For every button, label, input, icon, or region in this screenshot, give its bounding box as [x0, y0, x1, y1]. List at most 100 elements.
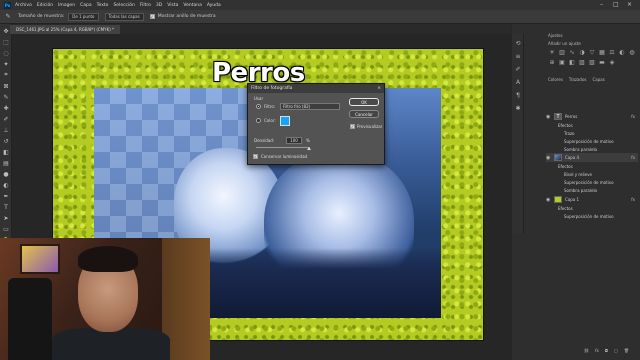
effect-label: Superposición de motivo — [564, 214, 614, 219]
document-tab[interactable]: DSC_1461.JPG al 25% (Capa 4, RGB/8*) (CM… — [10, 25, 121, 34]
fx-icon[interactable]: fx — [631, 114, 635, 119]
close-icon[interactable]: × — [627, 1, 632, 8]
paragraph-icon[interactable]: ¶ — [514, 91, 522, 99]
density-input[interactable]: 100 — [286, 137, 302, 144]
eyedropper-icon[interactable]: ✎ — [4, 13, 12, 21]
layer-effect-shadow[interactable]: Sombra paralela — [546, 186, 638, 195]
posterize-icon[interactable]: ▨ — [578, 58, 586, 66]
healing-tool-icon[interactable]: ✚ — [2, 104, 10, 112]
color-radio[interactable] — [256, 118, 261, 123]
layer-capa-1[interactable]: ◉ Capa 1 fx — [546, 195, 638, 204]
menu-imagen[interactable]: Imagen — [58, 3, 75, 8]
tab-colores[interactable]: Colores — [548, 77, 563, 82]
menu-ayuda[interactable]: Ayuda — [207, 3, 221, 8]
visibility-eye-icon[interactable]: ◉ — [546, 155, 552, 161]
menu-seleccion[interactable]: Selección — [113, 3, 134, 8]
link-icon[interactable]: ⛓ — [584, 348, 589, 353]
vibrance-icon[interactable]: ▽ — [588, 48, 596, 56]
black-white-icon[interactable]: ◐ — [618, 48, 626, 56]
frame-tool-icon[interactable]: ⊠ — [2, 82, 10, 90]
new-layer-icon[interactable]: ▢ — [614, 348, 618, 353]
properties-icon[interactable]: ≡ — [514, 52, 522, 60]
history-icon[interactable]: ⟲ — [514, 39, 522, 47]
eraser-tool-icon[interactable]: ◧ — [2, 148, 10, 156]
visibility-eye-icon[interactable]: ◉ — [546, 114, 552, 120]
color-balance-icon[interactable]: ⚖ — [608, 48, 616, 56]
color-swatch[interactable] — [280, 116, 290, 126]
layer-effect-pattern[interactable]: Superposición de motivo — [546, 212, 638, 221]
type-tool-icon[interactable]: T — [2, 203, 10, 211]
photo-filter-icon[interactable]: ◍ — [628, 48, 636, 56]
invert-icon[interactable]: ◧ — [568, 58, 576, 66]
menu-texto[interactable]: Texto — [97, 3, 109, 8]
layer-capa-4[interactable]: ◉ Capa 4 fx — [546, 153, 638, 162]
fx-icon[interactable]: fx — [631, 197, 635, 202]
density-slider-track[interactable] — [256, 147, 310, 148]
levels-icon[interactable]: ▥ — [558, 48, 566, 56]
dialog-titlebar: Filtro de fotografía × — [248, 84, 384, 93]
layer-name: Perros — [565, 114, 578, 119]
marquee-tool-icon[interactable]: ⬚ — [2, 38, 10, 46]
pen-tool-icon[interactable]: ✒ — [2, 192, 10, 200]
preserve-luminosity-checkbox[interactable]: ✓ — [253, 154, 258, 159]
filter-radio[interactable] — [256, 104, 261, 109]
quick-select-tool-icon[interactable]: ✦ — [2, 60, 10, 68]
tab-trazados[interactable]: Trazados — [569, 77, 587, 82]
hue-saturation-icon[interactable]: ▦ — [598, 48, 606, 56]
menu-archivo[interactable]: Archivo — [15, 3, 32, 8]
eyedropper-tool-icon[interactable]: ✎ — [2, 93, 10, 101]
density-slider-thumb[interactable] — [307, 147, 311, 150]
mask-icon[interactable]: ◘ — [605, 348, 608, 353]
path-select-icon[interactable]: ➤ — [2, 214, 10, 222]
gradient-tool-icon[interactable]: ▤ — [2, 159, 10, 167]
layer-perros[interactable]: ◉ T Perros fx — [546, 112, 638, 121]
menu-filtro[interactable]: Filtro — [140, 3, 151, 8]
minimize-icon[interactable]: – — [600, 1, 603, 8]
exposure-icon[interactable]: ◑ — [578, 48, 586, 56]
dialog-close-icon[interactable]: × — [377, 86, 381, 91]
maximize-icon[interactable]: □ — [613, 1, 619, 8]
menu-capa[interactable]: Capa — [80, 3, 92, 8]
trash-icon[interactable]: 🗑 — [624, 348, 629, 353]
menu-ventana[interactable]: Ventana — [183, 3, 201, 8]
blur-tool-icon[interactable]: ● — [2, 170, 10, 178]
gradient-map-icon[interactable]: ▬ — [598, 58, 606, 66]
brush-tool-icon[interactable]: ✐ — [2, 115, 10, 123]
selective-color-icon[interactable]: ◈ — [608, 58, 616, 66]
curves-icon[interactable]: ∿ — [568, 48, 576, 56]
color-lookup-icon[interactable]: ▣ — [558, 58, 566, 66]
add-adjustment-label: Añadir un ajuste — [548, 39, 587, 47]
lasso-tool-icon[interactable]: ◌ — [2, 49, 10, 57]
tab-ajustes[interactable]: Ajustes — [548, 33, 563, 38]
brush-settings-icon[interactable]: ✐ — [514, 65, 522, 73]
sample-layers-select[interactable]: Todas las capas — [104, 12, 144, 21]
character-icon[interactable]: A — [514, 78, 522, 86]
cancel-button[interactable]: Cancelar — [349, 110, 379, 118]
crop-tool-icon[interactable]: ⌗ — [2, 71, 10, 79]
brightness-icon[interactable]: ☀ — [548, 48, 556, 56]
sample-size-select[interactable]: De 1 punto — [68, 12, 99, 21]
menu-edicion[interactable]: Edición — [37, 3, 53, 8]
shape-tool-icon[interactable]: ▭ — [2, 225, 10, 233]
history-brush-icon[interactable]: ↺ — [2, 137, 10, 145]
show-ring-checkbox[interactable]: ✓ — [149, 14, 155, 19]
effect-label: Bisel y relieve — [564, 172, 592, 177]
menu-3d[interactable]: 3D — [156, 3, 162, 8]
tab-capas[interactable]: Capas — [592, 77, 604, 82]
presenter-hair — [78, 246, 138, 272]
visibility-eye-icon[interactable]: ◉ — [546, 197, 552, 203]
ok-button[interactable]: OK — [349, 98, 379, 106]
preview-checkbox[interactable]: ✓ — [350, 124, 355, 129]
move-tool-icon[interactable]: ✥ — [2, 27, 10, 35]
photo-filter-dialog: Filtro de fotografía × Usar Filtro: Filt… — [247, 83, 385, 165]
fx-add-icon[interactable]: fx — [595, 348, 599, 353]
threshold-icon[interactable]: ▧ — [588, 58, 596, 66]
filter-select[interactable]: Filtro frío (82) — [280, 103, 340, 110]
fx-icon[interactable]: fx — [631, 155, 635, 160]
glyphs-icon[interactable]: ✱ — [514, 104, 522, 112]
stamp-tool-icon[interactable]: ⊥ — [2, 126, 10, 134]
options-bar: ✎ Tamaño de muestra: De 1 punto Todas la… — [0, 10, 640, 24]
menu-vista[interactable]: Vista — [167, 3, 178, 8]
channel-mixer-icon[interactable]: ⊕ — [548, 58, 556, 66]
dodge-tool-icon[interactable]: ◐ — [2, 181, 10, 189]
